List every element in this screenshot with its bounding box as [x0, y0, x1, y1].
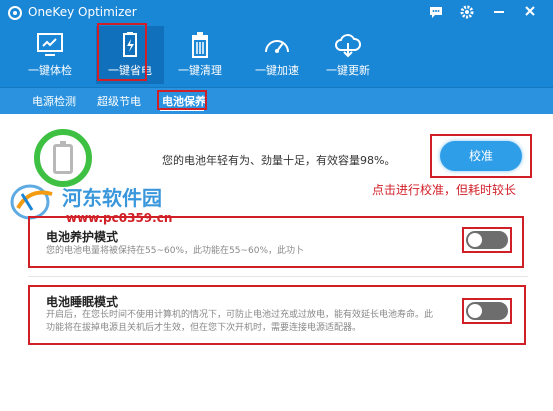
sub-tab-bar: 电源检测 超级节电 电池保养 — [0, 88, 553, 114]
highlight-power-save — [97, 23, 147, 81]
calibrate-button[interactable]: 校准 — [440, 141, 522, 171]
title-bar: OneKey Optimizer — [0, 0, 553, 26]
tool-label: 一键体检 — [28, 64, 72, 77]
battery-care-mode-desc: 您的电池电量将被保持在55~60%，此功能在55~60%，此功卜 — [46, 246, 304, 256]
tool-label: 一键加速 — [255, 64, 299, 77]
tool-update[interactable]: 一键更新 — [314, 26, 382, 84]
settings-gear-icon[interactable] — [458, 4, 476, 22]
window-title: OneKey Optimizer — [28, 5, 137, 19]
highlight-battery-care-tab — [157, 90, 207, 110]
tool-clean[interactable]: 一键清理 — [166, 26, 234, 84]
battery-sleep-mode-desc-line1: 开启后，在您长时间不使用计算机的情况下，可防止电池过充或过放电，能有效延长电池寿… — [46, 310, 434, 320]
chat-icon[interactable] — [427, 4, 445, 22]
battery-care-mode-title: 电池养护模式 — [46, 230, 119, 244]
watermark-text: 河东软件园 — [62, 186, 162, 210]
trash-icon — [185, 30, 215, 60]
tab-power-detect[interactable]: 电源检测 — [32, 93, 76, 109]
battery-status-text: 您的电池年轻有为、劲量十足，有效容量98%。 — [162, 154, 396, 167]
battery-sleep-mode-desc-line2: 功能将在拔掉电源且关机后才生效，但在您下次开机时，需要连接电源适配器。 — [46, 323, 362, 333]
cloud-download-icon — [333, 30, 363, 60]
battery-care-mode-toggle[interactable] — [466, 231, 508, 249]
calibrate-annotation: 点击进行校准，但耗时较长 — [372, 183, 517, 197]
speedometer-icon — [262, 30, 292, 60]
tool-speedup[interactable]: 一键加速 — [243, 26, 311, 84]
tab-super-save[interactable]: 超级节电 — [97, 93, 141, 109]
toggle-knob — [468, 233, 482, 247]
minimize-button[interactable] — [490, 4, 508, 22]
tool-label: 一键更新 — [326, 64, 370, 77]
top-toolbar: OneKey Optimizer 一键体检 一键省电 一键清理 一键加速 一键更… — [0, 0, 553, 88]
close-button[interactable] — [521, 4, 539, 22]
app-logo-icon — [8, 6, 22, 20]
tool-label: 一键清理 — [178, 64, 222, 77]
battery-sleep-mode-toggle[interactable] — [466, 302, 508, 320]
monitor-icon — [35, 30, 65, 60]
tool-checkup[interactable]: 一键体检 — [16, 26, 84, 84]
battery-icon — [53, 141, 73, 174]
battery-sleep-mode-title: 电池睡眠模式 — [46, 295, 119, 309]
section-divider — [28, 276, 528, 277]
toggle-knob — [468, 304, 482, 318]
